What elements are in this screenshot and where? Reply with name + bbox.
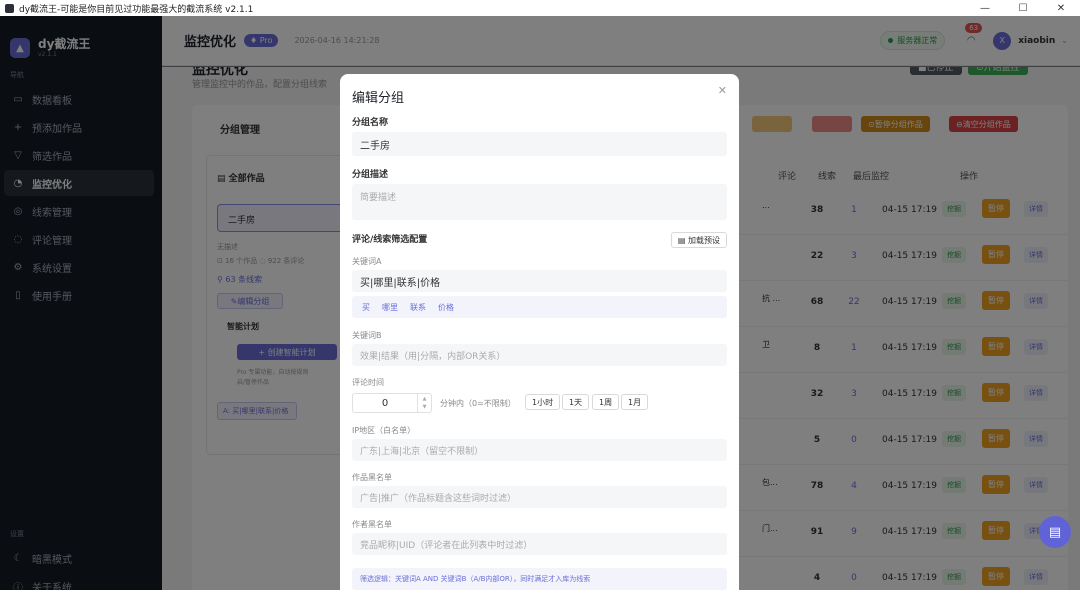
comment-time-stepper[interactable]: 0 ▲ ▼ [352, 393, 432, 413]
ip-region-input[interactable]: 广东|上海|北京（留空不限制） [352, 439, 727, 461]
filter-config-label: 评论/线索筛选配置 [352, 235, 428, 245]
group-name-input[interactable]: 二手房 [352, 132, 727, 156]
stepper-arrows-icon[interactable]: ▲ ▼ [417, 394, 431, 412]
filter-logic-note: 筛选逻辑：关键词A AND 关键词B（A/B内部OR），同时满足才入库为线索 [352, 568, 727, 590]
modal-title: 编辑分组 [352, 91, 405, 106]
close-window-button[interactable]: ✕ [1042, 0, 1080, 16]
comment-time-label: 评论时间 [352, 378, 384, 387]
works-blacklist-label: 作品黑名单 [352, 473, 392, 482]
keyword-tag: 价格 [438, 302, 454, 312]
keyword-a-input[interactable]: 买|哪里|联系|价格 [352, 270, 727, 292]
quick-1w-button[interactable]: 1周 [592, 394, 620, 410]
works-blacklist-input[interactable]: 广告|推广（作品标题含这些词时过滤） [352, 486, 727, 508]
docs-fab-icon[interactable]: ▤ [1039, 516, 1071, 548]
ip-region-label: IP地区（白名单） [352, 426, 416, 435]
author-blacklist-input[interactable]: 竞品昵称|UID（评论者在此列表中时过滤） [352, 533, 727, 555]
close-icon[interactable]: ✕ [718, 84, 727, 97]
load-preset-button[interactable]: ▤ 加载预设 [670, 232, 727, 248]
comment-time-value: 0 [381, 397, 389, 409]
keyword-a-label: 关键词A [352, 257, 382, 266]
quick-1d-button[interactable]: 1天 [562, 394, 590, 410]
keyword-tag: 联系 [410, 302, 426, 312]
group-desc-textarea[interactable]: 简要描述 [352, 184, 727, 220]
quick-1m-button[interactable]: 1月 [621, 394, 649, 410]
app-icon [5, 3, 14, 13]
keyword-tag: 哪里 [382, 302, 398, 312]
keyword-tag: 买 [362, 302, 370, 312]
minimize-button[interactable]: — [966, 0, 1004, 16]
group-name-label: 分组名称 [352, 118, 389, 128]
window-controls: — ☐ ✕ [966, 0, 1080, 16]
maximize-button[interactable]: ☐ [1004, 0, 1042, 16]
keyword-a-tags: 买 哪里 联系 价格 [352, 296, 727, 318]
edit-group-modal: 编辑分组 ✕ 分组名称 二手房 分组描述 简要描述 评论/线索筛选配置 ▤ 加载… [340, 74, 739, 590]
window-title: dy截流王-可能是你目前见过功能最强大的截流系统 v2.1.1 [19, 4, 254, 15]
author-blacklist-label: 作者黑名单 [352, 520, 392, 529]
window-titlebar: dy截流王-可能是你目前见过功能最强大的截流系统 v2.1.1 — ☐ ✕ [0, 0, 1080, 16]
quick-1h-button[interactable]: 1小时 [525, 394, 561, 410]
group-desc-label: 分组描述 [352, 170, 389, 180]
comment-time-unit: 分钟内（0=不限制） [440, 399, 516, 408]
keyword-b-input[interactable]: 效果|结果（用|分隔，内部OR关系） [352, 344, 727, 366]
keyword-b-label: 关键词B [352, 331, 382, 340]
